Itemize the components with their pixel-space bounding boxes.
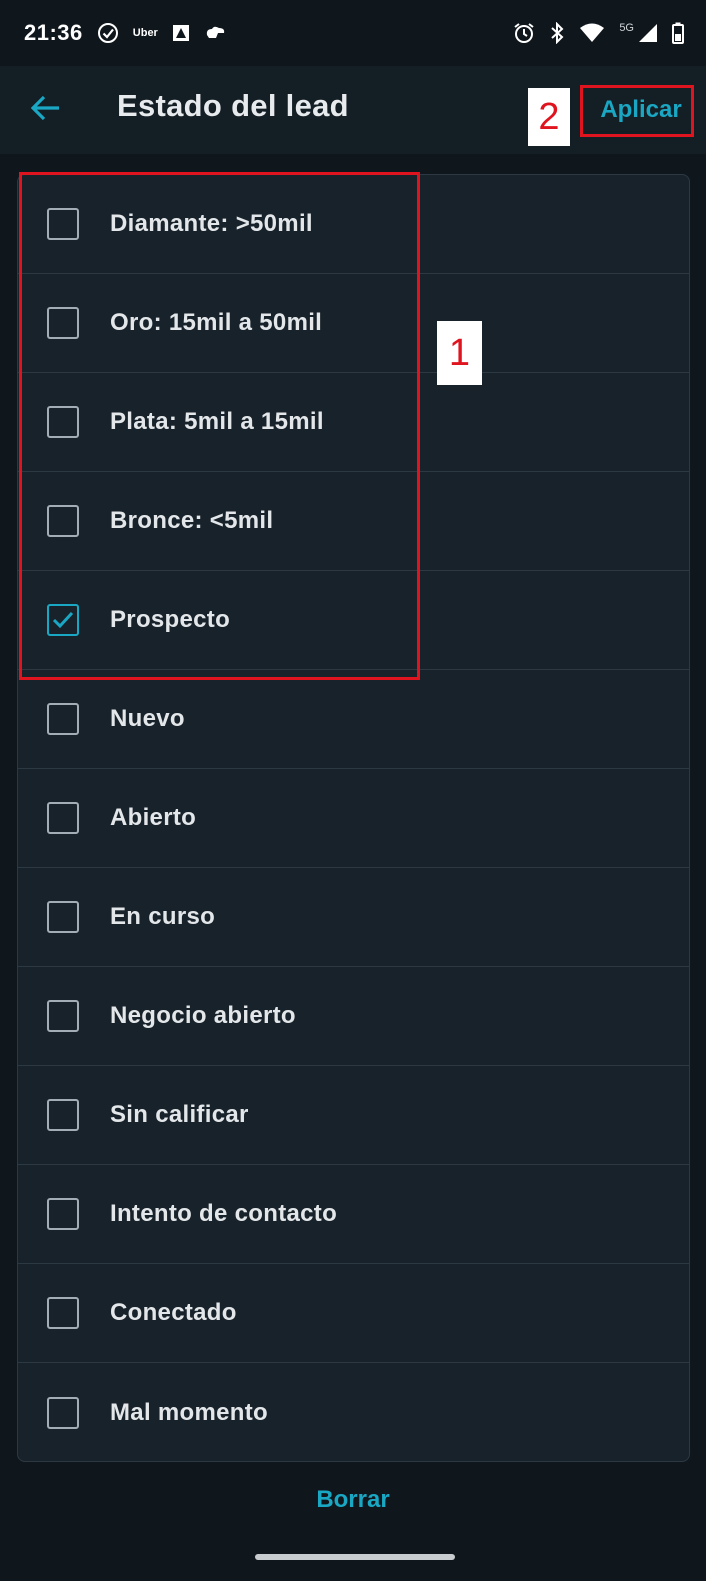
page-title: Estado del lead (117, 88, 349, 123)
uber-icon: Uber (132, 27, 158, 39)
checkbox[interactable] (47, 703, 79, 735)
list-item-label: Abierto (110, 804, 197, 831)
status-time: 21:36 (24, 20, 83, 45)
list-item[interactable]: Intento de contacto (18, 1165, 689, 1264)
list-item-label: Mal momento (110, 1398, 268, 1426)
screen: 21:36 Uber 5G Estado del lead Aplicar Di… (0, 0, 706, 1581)
checkbox[interactable] (47, 1198, 79, 1230)
annotation-label-1: 1 (437, 321, 482, 385)
network-type-label: 5G (619, 22, 634, 34)
bluetooth-icon (549, 22, 565, 44)
checkbox[interactable] (47, 1396, 79, 1429)
list-item[interactable]: Mal momento (18, 1363, 689, 1461)
list-item-label: Negocio abierto (110, 1002, 296, 1029)
list-item-label: Conectado (110, 1299, 237, 1326)
image-icon (172, 24, 190, 42)
checkbox[interactable] (47, 1297, 79, 1329)
list-item[interactable]: En curso (18, 868, 689, 967)
arrow-left-icon (30, 95, 61, 126)
list-item[interactable]: Nuevo (18, 670, 689, 769)
back-button[interactable] (22, 86, 70, 134)
home-indicator[interactable] (255, 1554, 455, 1560)
checkbox[interactable] (47, 1000, 79, 1032)
status-bar: 21:36 Uber 5G (0, 0, 706, 66)
status-right: 5G (513, 22, 684, 44)
battery-icon (672, 22, 684, 44)
status-left: 21:36 Uber (24, 20, 228, 46)
list-item-label: Sin calificar (110, 1101, 249, 1128)
list-item[interactable]: Abierto (18, 769, 689, 868)
list-item[interactable]: Conectado (18, 1264, 689, 1363)
list-item[interactable]: Sin calificar (18, 1066, 689, 1165)
list-item-label: Nuevo (110, 705, 185, 732)
list-item[interactable]: Negocio abierto (18, 967, 689, 1066)
cloud-icon (204, 25, 228, 41)
checkbox[interactable] (47, 802, 79, 834)
signal-icon (638, 23, 658, 43)
checkbox[interactable] (47, 901, 79, 933)
annotation-label-2: 2 (528, 88, 570, 146)
list-item-label: Intento de contacto (110, 1200, 338, 1227)
checkbox[interactable] (47, 1099, 79, 1131)
alarm-icon (513, 22, 535, 44)
annotation-box-1 (19, 172, 420, 680)
annotation-box-2 (580, 85, 694, 137)
wifi-icon (579, 23, 605, 43)
check-circle-icon (97, 22, 119, 44)
clear-button[interactable]: Borrar (0, 1470, 706, 1530)
list-item-label: En curso (110, 903, 216, 930)
